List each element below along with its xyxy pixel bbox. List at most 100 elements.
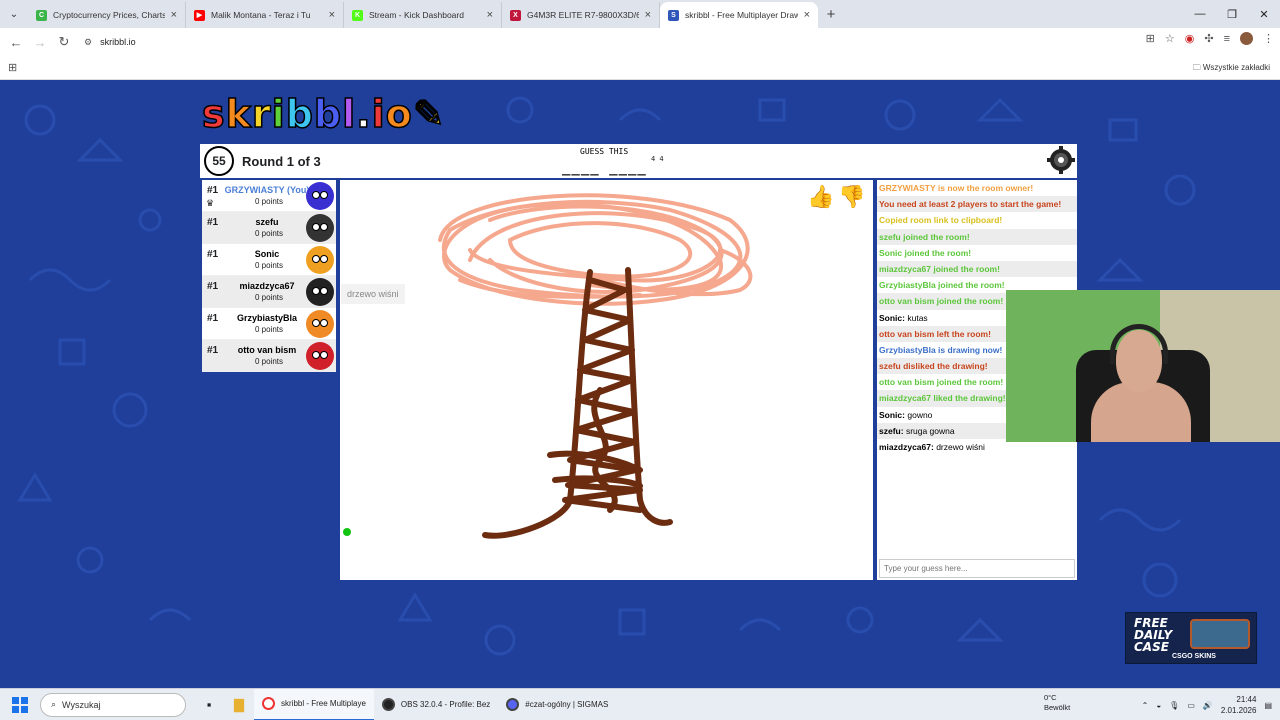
chat-message: miazdzyca67 joined the room!: [877, 260, 1077, 278]
tab-close-icon[interactable]: ×: [171, 9, 177, 21]
chat-system-text: Copied room link to clipboard!: [879, 215, 1003, 226]
url-text[interactable]: skribbl.io: [100, 37, 136, 47]
minimize-icon[interactable]: —: [1184, 0, 1216, 28]
taskbar-clock[interactable]: 21:44 2.01.2026: [1221, 694, 1257, 716]
tab-close-icon[interactable]: ×: [487, 9, 493, 21]
tab-close-icon[interactable]: ×: [804, 9, 810, 21]
bookmark-star-icon[interactable]: ☆: [1165, 32, 1175, 45]
network-icon[interactable]: ◒: [1156, 701, 1161, 710]
clock-date: 2.01.2026: [1220, 706, 1257, 715]
clock-time: 21:44: [1236, 695, 1257, 704]
weather-widget[interactable]: 0°C Bewölkt: [1044, 693, 1070, 713]
mic-icon[interactable]: 🎙: [1169, 701, 1179, 710]
windows-start-icon[interactable]: [0, 696, 40, 713]
volume-icon[interactable]: 🔊: [1203, 701, 1213, 710]
file-explorer-icon[interactable]: ▇: [224, 697, 254, 713]
new-tab-button[interactable]: +: [818, 2, 844, 28]
media-icon[interactable]: ≡: [1224, 33, 1230, 45]
case-title: FREE DAILY CASE: [1134, 616, 1173, 654]
player-row[interactable]: #1 miazdzyca67 0 points: [202, 276, 336, 308]
case-image: [1190, 619, 1250, 649]
tab-favicon-icon: S: [668, 9, 679, 21]
webcam-overlay: [1006, 290, 1280, 442]
profile-avatar[interactable]: [1240, 32, 1253, 45]
player-row[interactable]: #1 szefu 0 points: [202, 212, 336, 244]
player-avatar: [306, 342, 334, 370]
brush-cursor-dot: [343, 528, 351, 536]
tab-search-chevron-icon[interactable]: ⌄: [0, 0, 28, 28]
player-row[interactable]: #1 GrzybiastyBla 0 points: [202, 308, 336, 340]
player-row[interactable]: #1 GRZYWIASTY (You) 0 points ♛: [202, 180, 336, 212]
game-top-bar: 55 Round 1 of 3 GUESS THIS ____ ____ 4 4: [200, 144, 1077, 178]
taskbar-app-label: skribbl - Free Multiplaye: [281, 699, 366, 708]
browser-tab[interactable]: ▶ Malik Montana - Teraz i Tu ×: [186, 2, 344, 28]
chat-system-text: GRZYWIASTY is now the room owner!: [879, 183, 1034, 193]
browser-tab[interactable]: X G4M3R ELITE R7-9800X3D/64G ×: [502, 2, 660, 28]
forward-icon[interactable]: →: [28, 35, 52, 50]
site-info-icon[interactable]: ⚙: [84, 37, 92, 48]
round-indicator: Round 1 of 3: [242, 154, 321, 169]
tab-favicon-icon: ▶: [194, 9, 205, 21]
player-row[interactable]: #1 otto van bism 0 points: [202, 340, 336, 372]
notifications-icon[interactable]: ▤: [1264, 701, 1272, 710]
free-daily-case-banner[interactable]: FREE DAILY CASE CSGO SKINS: [1125, 612, 1257, 664]
taskbar-app-icon: [381, 698, 395, 711]
extensions-icon[interactable]: ✣: [1204, 32, 1213, 45]
word-hint: ____ ____: [562, 160, 647, 176]
all-bookmarks-button[interactable]: 🗀 Wszystkie zakładki: [1193, 62, 1270, 76]
extension-badge-icon[interactable]: ◉: [1185, 32, 1195, 45]
weather-desc: Bewölkt: [1044, 703, 1071, 712]
bookmarks-bar: ⊞ 🗀 Wszystkie zakładki: [0, 56, 1280, 80]
taskbar-app[interactable]: OBS 32.0.4 - Profile: Bez: [374, 689, 498, 720]
back-icon[interactable]: ←: [4, 35, 28, 50]
chat-text: kutas: [907, 312, 928, 323]
chat-guess-input[interactable]: [879, 559, 1075, 578]
tab-favicon-icon: C: [36, 9, 47, 21]
timer-clock: 55: [204, 146, 234, 176]
tab-favicon-icon: X: [510, 9, 521, 21]
settings-gear-icon[interactable]: [1047, 146, 1075, 174]
apps-grid-icon[interactable]: ⊞: [8, 61, 17, 74]
translate-icon[interactable]: ⊞: [1146, 32, 1155, 45]
tab-title: Stream - Kick Dashboard: [369, 10, 464, 20]
guess-label: GUESS THIS: [580, 147, 629, 156]
browser-tab[interactable]: Sskribbl - Free Multiplayer Draw ×: [660, 2, 818, 28]
task-view-icon[interactable]: ▪: [194, 697, 224, 712]
browser-tab-bar: ⌄ C Cryptocurrency Prices, Charts, a × ▶ Mal…: [0, 0, 1280, 28]
browser-tab[interactable]: K Stream - Kick Dashboard ×: [344, 2, 502, 28]
chat-text: gowno: [907, 409, 933, 420]
browser-tab[interactable]: C Cryptocurrency Prices, Charts, a ×: [28, 2, 186, 28]
timer-value: 55: [212, 154, 226, 168]
taskbar-app[interactable]: #czat-ogólny | SIGMAS: [498, 689, 616, 720]
skribbl-logo[interactable]: skribbl.io✎: [201, 91, 446, 137]
reload-icon[interactable]: ↻: [52, 34, 76, 50]
restore-icon[interactable]: ❐: [1216, 0, 1248, 28]
tab-close-icon[interactable]: ×: [645, 9, 651, 21]
chat-author: szefu:: [879, 425, 904, 436]
chat-system-text: szefu joined the room!: [879, 231, 970, 242]
tab-title: G4M3R ELITE R7-9800X3D/64G: [527, 10, 639, 20]
tray-chevron-icon[interactable]: ⌃: [1142, 701, 1149, 710]
chat-system-text: Sonic joined the room!: [879, 247, 972, 258]
chat-author: Sonic:: [879, 409, 905, 420]
taskbar-search[interactable]: ⌕ Wyszukaj: [40, 692, 186, 717]
chat-author: miazdzyca67:: [879, 442, 934, 452]
crown-icon: ♛: [206, 198, 215, 208]
all-bookmarks-label: Wszystkie zakładki: [1202, 63, 1270, 72]
close-window-icon[interactable]: ✕: [1248, 0, 1280, 28]
menu-icon[interactable]: ⋮: [1263, 32, 1274, 45]
like-thumbs-up-icon[interactable]: 👍: [807, 184, 834, 210]
case-brand: CSGO SKINS: [1172, 653, 1216, 660]
dislike-thumbs-down-icon[interactable]: 👎: [838, 184, 865, 210]
chat-system-text: otto van bism left the room!: [879, 328, 991, 339]
address-bar: ← → ↻ ⚙ skribbl.io ⊞ ☆ ◉ ✣ ≡ ⋮: [0, 28, 1280, 56]
player-row[interactable]: #1 Sonic 0 points: [202, 244, 336, 276]
drawing-canvas[interactable]: 👍 👎: [340, 180, 873, 580]
monitor-icon[interactable]: ▭: [1187, 701, 1195, 710]
tab-title: skribbl - Free Multiplayer Draw: [685, 10, 798, 20]
chat-system-text: miazdzyca67 joined the room!: [879, 263, 1000, 274]
taskbar-app[interactable]: skribbl - Free Multiplaye: [254, 688, 374, 720]
tab-close-icon[interactable]: ×: [329, 9, 335, 21]
player-avatar: [306, 278, 334, 306]
chat-system-text: miazdzyca67 liked the drawing!: [879, 393, 1006, 404]
